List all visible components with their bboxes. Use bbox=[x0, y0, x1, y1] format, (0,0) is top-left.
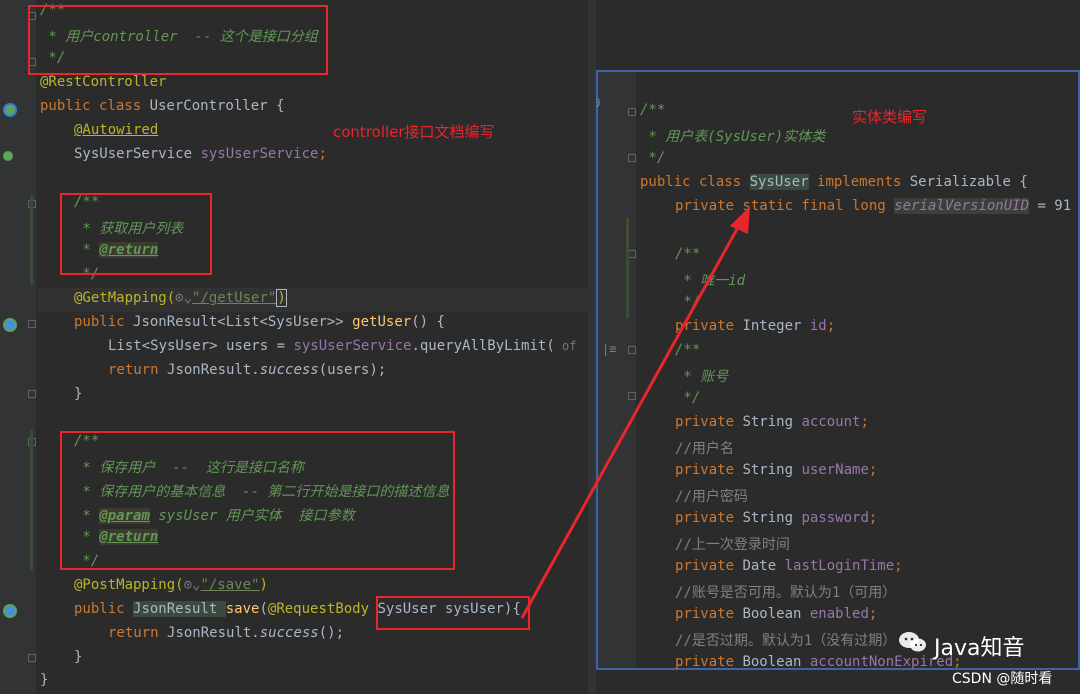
change-marker bbox=[30, 195, 33, 285]
code-line: /** bbox=[640, 102, 666, 118]
code-line: private String password; bbox=[675, 510, 878, 526]
code-line: SysUserService sysUserService; bbox=[74, 146, 327, 162]
watermark-brand: Java知音 bbox=[934, 636, 1025, 661]
code-line: @PostMapping(⊙⌄"/save") bbox=[74, 577, 268, 593]
fold-marker-icon[interactable] bbox=[628, 392, 636, 400]
fold-marker-icon[interactable] bbox=[628, 346, 636, 354]
endpoint-icon[interactable] bbox=[3, 318, 17, 332]
code-line: } bbox=[74, 386, 83, 402]
code-line: //用户密码 bbox=[675, 489, 748, 505]
wechat-logo-icon bbox=[898, 630, 928, 654]
code-line: //是否过期。默认为1（没有过期） bbox=[675, 633, 897, 649]
entity-doc-label: 实体类编写 bbox=[852, 108, 928, 126]
code-line: //用户名 bbox=[675, 441, 734, 457]
fold-marker-icon[interactable] bbox=[28, 320, 36, 328]
code-line: private Boolean accountNonExpired; bbox=[675, 654, 962, 670]
annotation-box-save-doc bbox=[60, 431, 455, 570]
watermark-credit: CSDN @随时看 bbox=[952, 671, 1053, 687]
code-line: } bbox=[74, 649, 83, 665]
code-line: /** bbox=[675, 342, 701, 358]
annotation-box-param bbox=[376, 596, 530, 630]
code-line: //账号是否可用。默认为1（可用） bbox=[675, 585, 897, 601]
code-line: return JsonResult.success(); bbox=[108, 625, 345, 641]
fold-marker-icon[interactable] bbox=[28, 390, 36, 398]
left-code-editor[interactable]: /** * 用户controller -- 这个是接口分组 */ @RestCo… bbox=[0, 0, 588, 694]
change-marker bbox=[626, 248, 629, 318]
bean-icon[interactable] bbox=[3, 103, 17, 117]
endpoint-icon[interactable] bbox=[3, 604, 17, 618]
code-line: * 唯一id bbox=[675, 273, 746, 289]
code-line: @Autowired bbox=[74, 122, 159, 138]
fold-marker-icon[interactable] bbox=[628, 250, 636, 258]
code-line: */ bbox=[675, 294, 701, 310]
autowired-bean-icon[interactable] bbox=[3, 151, 13, 161]
code-line: */ bbox=[675, 390, 701, 406]
code-line: private String userName; bbox=[675, 462, 878, 478]
code-line: @GetMapping(⊙⌄"/getUser") bbox=[74, 289, 287, 307]
code-line: public class UserController { bbox=[40, 98, 285, 114]
right-code-editor[interactable]: |≡ /** * 用户表(SysUser)实体类 */ public class… bbox=[596, 0, 1080, 694]
line-number-fragment: 50 bbox=[596, 96, 601, 110]
code-line: private Date lastLoginTime; bbox=[675, 558, 903, 574]
code-line: List<SysUser> users = sysUserService.que… bbox=[108, 338, 577, 354]
code-line: private static final long serialVersionU… bbox=[675, 198, 1072, 214]
code-line: public JsonResult<List<SysUser>> getUser… bbox=[74, 314, 445, 330]
fold-marker-icon[interactable] bbox=[28, 654, 36, 662]
code-line: private Boolean enabled; bbox=[675, 606, 878, 622]
code-line: @RestController bbox=[40, 74, 167, 90]
code-line: /** bbox=[675, 246, 701, 262]
annotation-box-method-doc bbox=[60, 193, 212, 275]
controller-doc-label: controller接口文档编写 bbox=[333, 123, 495, 141]
code-line: * 用户表(SysUser)实体类 bbox=[640, 129, 826, 145]
annotation-box-group-comment bbox=[28, 5, 328, 75]
structure-icon[interactable]: |≡ bbox=[602, 342, 616, 356]
entity-class-panel: |≡ /** * 用户表(SysUser)实体类 */ public class… bbox=[596, 70, 1080, 670]
code-line: */ bbox=[640, 150, 666, 166]
code-line: //上一次登录时间 bbox=[675, 537, 790, 553]
code-line: return JsonResult.success(users); bbox=[108, 362, 387, 378]
code-line: } bbox=[40, 672, 49, 688]
code-line: private Integer id; bbox=[675, 318, 836, 334]
editor-splitter[interactable] bbox=[588, 0, 596, 694]
fold-marker-icon[interactable] bbox=[628, 108, 636, 116]
code-line: private String account; bbox=[675, 414, 869, 430]
change-marker bbox=[30, 430, 33, 570]
change-marker bbox=[626, 218, 629, 248]
code-line: * 账号 bbox=[675, 369, 729, 385]
fold-marker-icon[interactable] bbox=[628, 154, 636, 162]
code-line: public class SysUser implements Serializ… bbox=[640, 174, 1028, 190]
